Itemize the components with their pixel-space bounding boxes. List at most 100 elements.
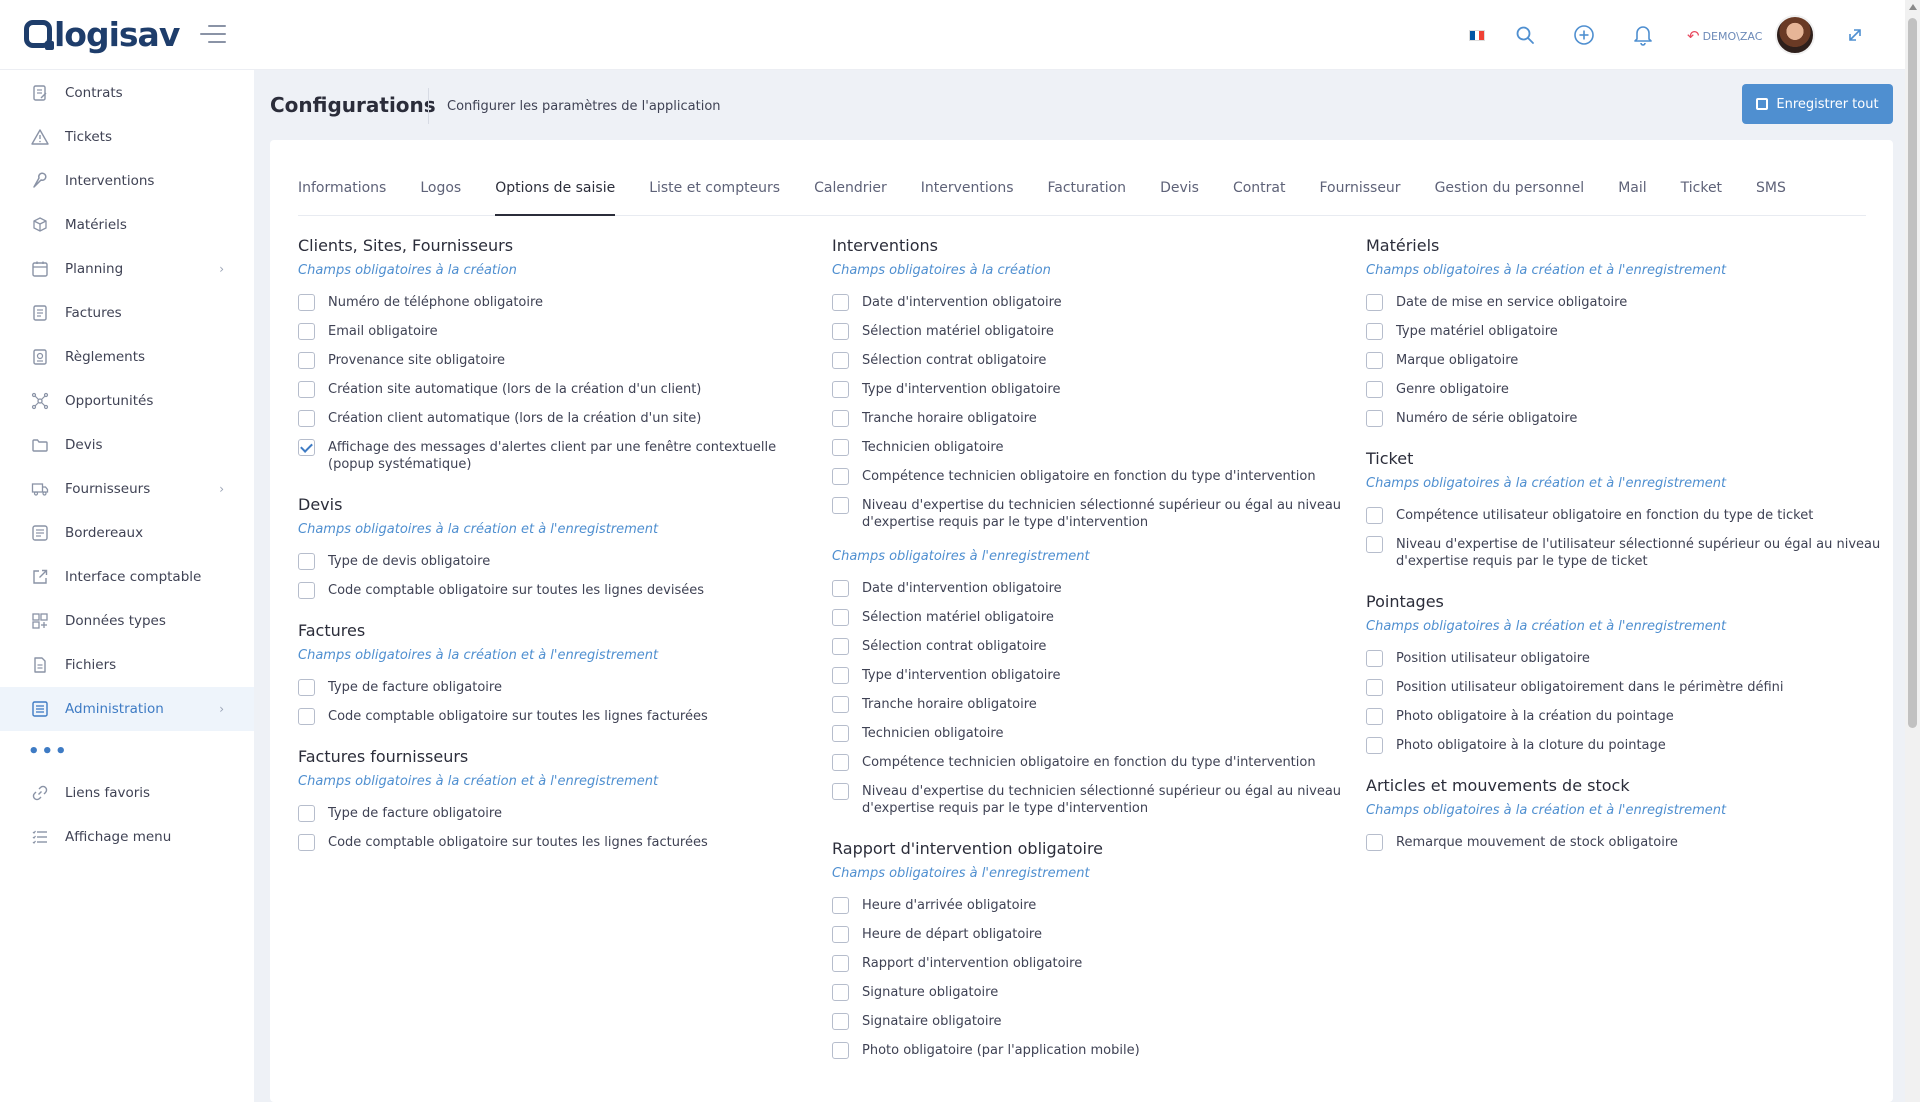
- checkbox-option[interactable]: Niveau d'expertise de l'utilisateur séle…: [1366, 536, 1886, 570]
- checkbox[interactable]: [1366, 650, 1383, 667]
- scroll-thumb[interactable]: [1908, 18, 1917, 728]
- checkbox[interactable]: [832, 439, 849, 456]
- checkbox-option[interactable]: Numéro de téléphone obligatoire: [298, 294, 818, 311]
- checkbox-option[interactable]: Tranche horaire obligatoire: [832, 696, 1352, 713]
- sidebar-item-bordereaux[interactable]: Bordereaux: [0, 511, 254, 555]
- tab-interventions[interactable]: Interventions: [904, 160, 1031, 215]
- checkbox-option[interactable]: Niveau d'expertise du technicien sélecti…: [832, 783, 1352, 817]
- checkbox-option[interactable]: Sélection matériel obligatoire: [832, 609, 1352, 626]
- checkbox-option[interactable]: Email obligatoire: [298, 323, 818, 340]
- checkbox[interactable]: [1366, 737, 1383, 754]
- checkbox[interactable]: [832, 754, 849, 771]
- sidebar-item-devis[interactable]: Devis: [0, 423, 254, 467]
- checkbox[interactable]: [298, 381, 315, 398]
- checkbox-option[interactable]: Photo obligatoire à la création du point…: [1366, 708, 1886, 725]
- checkbox-option[interactable]: Création client automatique (lors de la …: [298, 410, 818, 427]
- checkbox[interactable]: [298, 553, 315, 570]
- sidebar-item-interventions[interactable]: Interventions: [0, 159, 254, 203]
- tab-calendrier[interactable]: Calendrier: [797, 160, 904, 215]
- checkbox-option[interactable]: Provenance site obligatoire: [298, 352, 818, 369]
- checkbox-option[interactable]: Affichage des messages d'alertes client …: [298, 439, 818, 473]
- checkbox-option[interactable]: Signataire obligatoire: [832, 1013, 1352, 1030]
- checkbox[interactable]: [832, 638, 849, 655]
- sidebar-item-interface-comptable[interactable]: Interface comptable: [0, 555, 254, 599]
- checkbox[interactable]: [832, 984, 849, 1001]
- tab-fournisseur[interactable]: Fournisseur: [1302, 160, 1417, 215]
- checkbox[interactable]: [1366, 708, 1383, 725]
- tab-logos[interactable]: Logos: [403, 160, 478, 215]
- checkbox-option[interactable]: Remarque mouvement de stock obligatoire: [1366, 834, 1886, 851]
- checkbox[interactable]: [832, 696, 849, 713]
- checkbox[interactable]: [832, 783, 849, 800]
- app-logo[interactable]: logisav: [24, 14, 180, 54]
- checkbox-option[interactable]: Heure de départ obligatoire: [832, 926, 1352, 943]
- checkbox[interactable]: [832, 609, 849, 626]
- checkbox[interactable]: [1366, 536, 1383, 553]
- checkbox[interactable]: [298, 805, 315, 822]
- expand-icon[interactable]: [1840, 20, 1870, 50]
- checkbox-option[interactable]: Code comptable obligatoire sur toutes le…: [298, 582, 818, 599]
- checkbox[interactable]: [1366, 834, 1383, 851]
- checkbox-option[interactable]: Type d'intervention obligatoire: [832, 667, 1352, 684]
- checkbox-option[interactable]: Compétence utilisateur obligatoire en fo…: [1366, 507, 1886, 524]
- sidebar-item-materiels[interactable]: Matériels: [0, 203, 254, 247]
- checkbox[interactable]: [1366, 381, 1383, 398]
- sidebar-item-factures[interactable]: Factures: [0, 291, 254, 335]
- checkbox-option[interactable]: Type d'intervention obligatoire: [832, 381, 1352, 398]
- tab-devis[interactable]: Devis: [1143, 160, 1216, 215]
- plus-circle-icon[interactable]: [1569, 20, 1599, 50]
- checkbox-option[interactable]: Position utilisateur obligatoirement dan…: [1366, 679, 1886, 696]
- checkbox[interactable]: [1366, 507, 1383, 524]
- checkbox[interactable]: [298, 323, 315, 340]
- checkbox-option[interactable]: Rapport d'intervention obligatoire: [832, 955, 1352, 972]
- checkbox-option[interactable]: Type matériel obligatoire: [1366, 323, 1886, 340]
- checkbox[interactable]: [1366, 679, 1383, 696]
- tab-liste-et-compteurs[interactable]: Liste et compteurs: [632, 160, 797, 215]
- checkbox-option[interactable]: Date d'intervention obligatoire: [832, 294, 1352, 311]
- search-icon[interactable]: [1510, 20, 1540, 50]
- checkbox[interactable]: [1366, 352, 1383, 369]
- tab-sms[interactable]: SMS: [1739, 160, 1803, 215]
- checkbox-option[interactable]: Photo obligatoire à la cloture du pointa…: [1366, 737, 1886, 754]
- checkbox[interactable]: [832, 410, 849, 427]
- tab-options-de-saisie[interactable]: Options de saisie: [478, 160, 632, 216]
- more-dots[interactable]: •••: [0, 731, 254, 771]
- checkbox-option[interactable]: Date de mise en service obligatoire: [1366, 294, 1886, 311]
- checkbox-option[interactable]: Tranche horaire obligatoire: [832, 410, 1352, 427]
- page-scrollbar[interactable]: [1905, 0, 1920, 1102]
- sidebar-item-liens-favoris[interactable]: Liens favoris: [0, 771, 254, 815]
- sidebar-item-affichage-menu[interactable]: Affichage menu: [0, 815, 254, 859]
- checkbox[interactable]: [832, 381, 849, 398]
- language-flag-icon[interactable]: [1469, 30, 1485, 41]
- tab-contrat[interactable]: Contrat: [1216, 160, 1303, 215]
- checkbox-option[interactable]: Compétence technicien obligatoire en fon…: [832, 754, 1352, 771]
- checkbox[interactable]: [1366, 294, 1383, 311]
- checkbox[interactable]: [832, 352, 849, 369]
- sidebar-item-donnees-types[interactable]: Données types: [0, 599, 254, 643]
- checkbox-option[interactable]: Compétence technicien obligatoire en fon…: [832, 468, 1352, 485]
- checkbox-option[interactable]: Création site automatique (lors de la cr…: [298, 381, 818, 398]
- checkbox[interactable]: [298, 834, 315, 851]
- save-all-button[interactable]: Enregistrer tout: [1742, 84, 1893, 124]
- checkbox[interactable]: [1366, 323, 1383, 340]
- checkbox[interactable]: [298, 439, 315, 456]
- checkbox[interactable]: [832, 955, 849, 972]
- checkbox[interactable]: [298, 352, 315, 369]
- checkbox-option[interactable]: Signature obligatoire: [832, 984, 1352, 1001]
- checkbox[interactable]: [298, 582, 315, 599]
- checkbox[interactable]: [832, 580, 849, 597]
- sidebar-item-fournisseurs[interactable]: Fournisseurs ›: [0, 467, 254, 511]
- checkbox-option[interactable]: Technicien obligatoire: [832, 439, 1352, 456]
- checkbox-option[interactable]: Position utilisateur obligatoire: [1366, 650, 1886, 667]
- checkbox-option[interactable]: Sélection contrat obligatoire: [832, 638, 1352, 655]
- sidebar-item-opportunites[interactable]: Opportunités: [0, 379, 254, 423]
- checkbox-option[interactable]: Numéro de série obligatoire: [1366, 410, 1886, 427]
- checkbox-option[interactable]: Code comptable obligatoire sur toutes le…: [298, 708, 818, 725]
- checkbox-option[interactable]: Photo obligatoire (par l'application mob…: [832, 1042, 1352, 1059]
- scroll-up-arrow-icon[interactable]: [1909, 4, 1917, 10]
- bell-icon[interactable]: [1628, 20, 1658, 50]
- sidebar-item-planning[interactable]: Planning ›: [0, 247, 254, 291]
- checkbox[interactable]: [832, 468, 849, 485]
- checkbox-option[interactable]: Type de devis obligatoire: [298, 553, 818, 570]
- checkbox[interactable]: [298, 708, 315, 725]
